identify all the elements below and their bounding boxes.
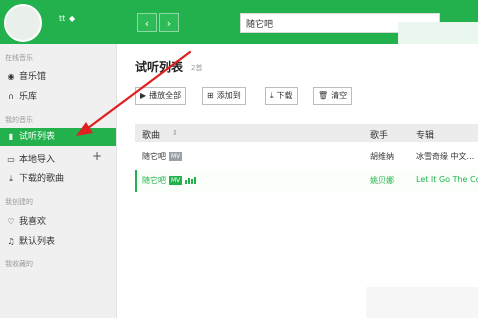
add-box-icon: ⊞ (207, 91, 214, 100)
artist-cell[interactable]: 胡维纳 (370, 151, 394, 162)
sidebar-item-downloads[interactable]: ⤓ 下载的歌曲 (5, 171, 64, 184)
mv-badge[interactable]: MV (169, 152, 183, 161)
download-icon: ⤓ (9, 174, 13, 183)
sidebar-item-local-import[interactable]: ▭ 本地导入 (5, 152, 55, 165)
sort-icon[interactable]: ⇕ (172, 129, 178, 137)
header-artist[interactable]: 歌手 (370, 128, 388, 141)
disc-icon: ◉ (7, 72, 15, 81)
bars-icon: ▮ (8, 132, 14, 141)
user-tag: tt (59, 14, 66, 23)
sidebar-item-default-list[interactable]: ♫ 默认列表 (5, 234, 55, 247)
play-all-button[interactable]: ▶ 播放全部 (135, 87, 187, 105)
album-cell[interactable]: 冰雪奇缘 中文... (416, 151, 474, 162)
headphones-icon: ∩ (8, 92, 14, 101)
song-count: 2首 (191, 64, 203, 72)
sidebar-item-label: 本地导入 (19, 155, 56, 165)
mv-badge[interactable]: MV (169, 176, 183, 185)
artist-cell[interactable]: 姚贝娜 (370, 175, 394, 186)
album-cell[interactable]: Let It Go The Co... (416, 175, 478, 184)
download-label: 下载 (276, 91, 293, 100)
section-title-mine: 我的音乐 (5, 116, 33, 124)
sidebar-item-library[interactable]: ∩ 乐库 (5, 89, 37, 102)
avatar[interactable] (4, 4, 42, 42)
playing-indicator-bar (135, 170, 137, 192)
sidebar-item-trial-list[interactable]: ▮ 试听列表 (0, 128, 116, 146)
song-name: 随它吧 (142, 152, 166, 161)
table-row[interactable]: 随它吧MV 姚贝娜 Let It Go The Co... (135, 170, 478, 192)
download-button[interactable]: ⤓ 下载 (265, 87, 298, 105)
song-name-cell: 随它吧 MV (142, 175, 197, 186)
sidebar-item-label: 下载的歌曲 (19, 174, 65, 184)
heart-icon: ♡ (7, 217, 15, 226)
sidebar-item-music-hall[interactable]: ◉ 音乐馆 (5, 69, 47, 82)
table-header: 歌曲 ⇕ 歌手 专辑 (135, 124, 478, 142)
clear-label: 清空 (331, 91, 348, 100)
header-song[interactable]: 歌曲 (142, 128, 160, 141)
blurred-area (398, 22, 478, 44)
add-to-label: 添加到 (216, 91, 241, 100)
sidebar-item-label: 乐库 (19, 92, 38, 102)
section-title-collected: 我收藏的 (5, 260, 33, 268)
chevron-left-icon: ‹ (144, 17, 150, 30)
table-row[interactable]: 随它吧 MV 胡维纳 冰雪奇缘 中文... (135, 146, 478, 168)
sidebar-item-label: 音乐馆 (19, 72, 47, 82)
diamond-icon: ◆ (69, 14, 76, 23)
blurred-area (366, 287, 478, 318)
sidebar-item-label: 试听列表 (19, 132, 56, 142)
add-playlist-icon[interactable]: + (92, 149, 102, 163)
equalizer-icon (185, 177, 197, 186)
header-album[interactable]: 专辑 (416, 128, 434, 141)
sidebar-item-label: 默认列表 (19, 237, 56, 247)
monitor-icon: ▭ (7, 155, 15, 164)
song-name-cell: 随它吧 MV (142, 151, 183, 162)
clear-button[interactable]: 🗑 清空 (313, 87, 353, 105)
search-input-value: 随它吧 (246, 20, 274, 30)
music-note-icon: ♫ (7, 237, 15, 246)
sidebar-item-label: 我喜欢 (19, 217, 47, 227)
section-title-online: 在线音乐 (5, 54, 33, 62)
play-icon: ▶ (140, 91, 147, 100)
song-name: 随它吧 (142, 176, 166, 185)
sidebar-item-favorites[interactable]: ♡ 我喜欢 (5, 214, 46, 227)
chevron-right-icon: › (166, 17, 172, 30)
section-title-created: 我创建的 (5, 198, 33, 206)
download-icon: ⤓ (270, 91, 274, 100)
top-bar: tt ◆ ‹ › 随它吧 (0, 0, 478, 44)
forward-button[interactable]: › (159, 13, 179, 32)
add-to-button[interactable]: ⊞ 添加到 (202, 87, 246, 105)
play-all-label: 播放全部 (149, 91, 182, 100)
back-button[interactable]: ‹ (137, 13, 157, 32)
page-title: 试听列表 (135, 60, 184, 74)
trash-icon: 🗑 (318, 91, 329, 100)
